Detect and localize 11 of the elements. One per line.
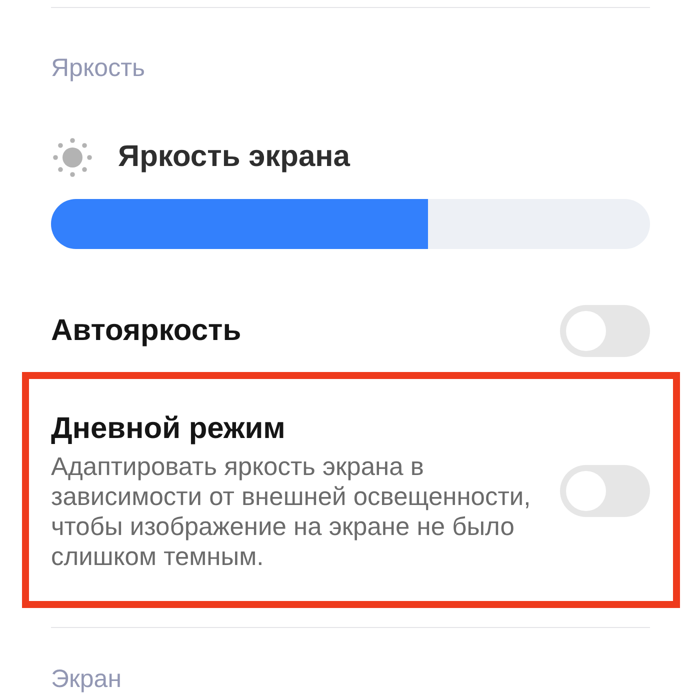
section-header: Яркость	[51, 53, 146, 83]
toggle-switch[interactable]	[560, 305, 650, 357]
brightness-label: Яркость экрана	[118, 140, 350, 174]
setting-title: Автояркость	[51, 313, 242, 349]
toggle-switch[interactable]	[560, 465, 650, 517]
brightness-slider-track[interactable]	[51, 199, 650, 249]
brightness-slider-fill[interactable]	[51, 199, 428, 249]
setting-description: Адаптировать яркость экрана в зависимости от внешней освещенности, чтобы изображение на экране не было слишком темным.	[51, 452, 532, 572]
sun-icon	[52, 136, 93, 178]
section-header: Экран	[51, 664, 123, 694]
setting-title: Дневной режим	[51, 411, 286, 447]
